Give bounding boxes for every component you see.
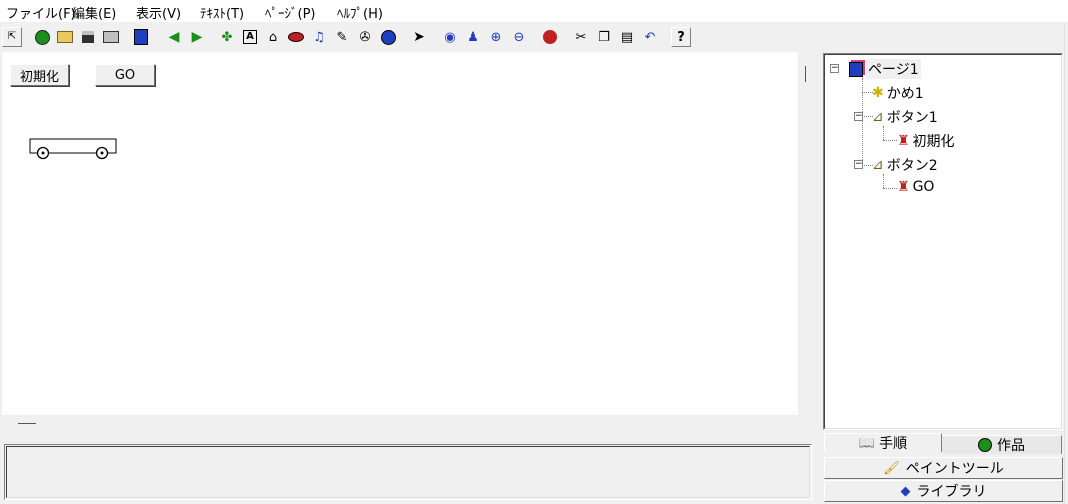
tree-item-label: 初期化 (912, 134, 955, 150)
music-icon[interactable]: ♫ (309, 27, 329, 47)
cut-icon[interactable]: ✂ (571, 27, 591, 47)
pencil-icon[interactable]: ✎ (332, 27, 352, 47)
tab-works[interactable]: 作品 (942, 435, 1062, 454)
zoom-in-icon[interactable]: ⊕ (486, 27, 506, 47)
library-label: ライブラリ (916, 484, 987, 500)
shapes-icon: ◆ (900, 483, 911, 499)
reset-button[interactable]: 初期化 (10, 64, 69, 86)
turtle-add-icon[interactable]: ✤ (217, 27, 237, 47)
globe-icon[interactable] (378, 27, 398, 47)
library-button[interactable]: ◆ ライブラリ (824, 480, 1063, 502)
stop-icon[interactable] (540, 27, 560, 47)
stage-canvas[interactable]: 初期化 GO (2, 52, 798, 415)
tree-item-turtle[interactable]: ✱ かめ1 (872, 83, 924, 103)
print-icon[interactable] (101, 27, 121, 47)
script-icon: ♜ (897, 179, 910, 195)
paste-icon[interactable]: ▤ (617, 27, 637, 47)
undo-icon[interactable]: ↶ (640, 27, 660, 47)
paint-tool-label: ペイントツール (905, 461, 1004, 477)
eye-switch-icon[interactable] (286, 27, 306, 47)
paint-tool-button[interactable]: 🖌 ペイントツール (824, 457, 1063, 479)
tab-steps[interactable]: 📖 手順 (824, 433, 942, 452)
tab-works-label: 作品 (997, 438, 1025, 454)
tree-connector (883, 174, 884, 188)
menu-edit[interactable]: 編集(E) (72, 3, 116, 22)
button-node-icon: ⊿ (872, 157, 884, 173)
tree-item-label: ボタン2 (886, 158, 938, 174)
menu-page[interactable]: ﾍﾟｰｼﾞ(P) (265, 3, 315, 22)
tree-item-label: GO (912, 179, 935, 195)
stamp-icon[interactable]: ♟ (463, 27, 483, 47)
book-icon: 📖 (858, 435, 876, 451)
turtle-icon: ✱ (872, 85, 884, 101)
restore-icon[interactable]: ⇱ (2, 27, 22, 47)
go-button[interactable]: GO (95, 64, 155, 86)
menu-help[interactable]: ﾍﾙﾌﾟ(H) (337, 3, 383, 22)
tab-steps-label: 手順 (879, 436, 908, 452)
menu-text[interactable]: ﾃｷｽﾄ(T) (200, 3, 244, 22)
tree-expander-button2[interactable]: − (854, 160, 863, 169)
menu-bar: ファイル(F) 編集(E) 表示(V) ﾃｷｽﾄ(T) ﾍﾟｰｼﾞ(P) ﾍﾙﾌ… (0, 0, 1068, 22)
new-icon[interactable] (32, 27, 52, 47)
tree-item-button2-script[interactable]: ♜ GO (897, 179, 934, 195)
tree-item-button2[interactable]: ⊿ ボタン2 (872, 155, 938, 175)
tree-expander-page[interactable]: − (830, 64, 839, 73)
toolbar: ⇱ ◀ ▶ ✤ A ⌂ ♫ ✎ ✇ ➤ ◉ ♟ ⊕ ⊖ ✂ ❐ ▤ ↶ ? (0, 24, 1068, 50)
tree-item-label: ページ1 (866, 59, 921, 79)
button-node-icon: ⊿ (872, 109, 884, 125)
paintbrush-icon: 🖌 (883, 460, 900, 476)
window-edge (1064, 24, 1065, 504)
tree-expander-button1[interactable]: − (854, 112, 863, 121)
message-panel (4, 444, 812, 500)
script-icon: ♜ (897, 133, 910, 149)
cart-drawing (29, 138, 117, 160)
tree-item-label: ボタン1 (886, 110, 938, 126)
tree-item-label: かめ1 (886, 86, 924, 102)
text-box-icon[interactable]: A (240, 27, 260, 47)
open-folder-icon[interactable] (55, 27, 75, 47)
save-icon[interactable] (78, 27, 98, 47)
tree-item-page[interactable]: ページ1 (849, 59, 921, 79)
help-icon[interactable]: ? (671, 27, 691, 47)
layout-icon[interactable] (131, 27, 151, 47)
movie-icon[interactable]: ✇ (355, 27, 375, 47)
page-icon (849, 61, 863, 77)
works-globe-icon (978, 438, 992, 452)
menu-file[interactable]: ファイル(F) (6, 3, 76, 22)
forward-arrow-icon[interactable]: ▶ (187, 27, 207, 47)
menu-view[interactable]: 表示(V) (136, 3, 181, 22)
tree-connector (883, 140, 897, 141)
tree-connector (883, 188, 897, 189)
object-tree-panel: − − − ページ1 ✱ かめ1 ⊿ ボタン1 ♜ 初期化 ⊿ ボタン2 ♜ G… (823, 53, 1063, 430)
tree-item-button1[interactable]: ⊿ ボタン1 (872, 107, 938, 127)
tree-connector (883, 126, 884, 140)
horizontal-scroll-marker[interactable] (18, 423, 36, 424)
back-arrow-icon[interactable]: ◀ (164, 27, 184, 47)
help-label: ? (677, 29, 685, 45)
vertical-scroll-marker[interactable] (805, 66, 806, 82)
copy-icon[interactable]: ❐ (594, 27, 614, 47)
zoom-out-icon[interactable]: ⊖ (509, 27, 529, 47)
pointer-icon[interactable]: ➤ (409, 27, 429, 47)
button-icon[interactable]: ⌂ (263, 27, 283, 47)
view-icon[interactable]: ◉ (440, 27, 460, 47)
tree-item-button1-script[interactable]: ♜ 初期化 (897, 131, 955, 151)
